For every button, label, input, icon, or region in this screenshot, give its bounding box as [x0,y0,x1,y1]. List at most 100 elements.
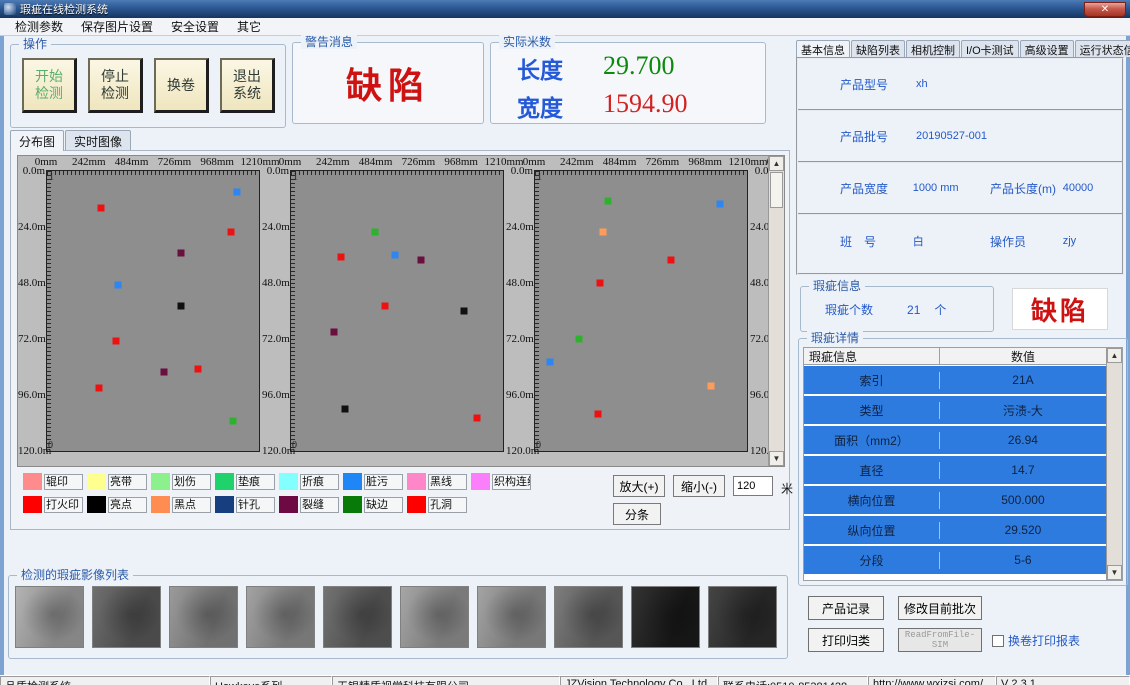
defect-point[interactable] [194,366,201,373]
menu-item[interactable]: 安全设置 [162,17,228,36]
table-row[interactable]: 类型污渍-大 [804,396,1106,424]
warning-group: 警告消息 缺陷 [292,42,484,124]
tab-运行状态信息[interactable]: 运行状态信息 [1075,40,1130,57]
defect-point[interactable] [668,256,675,263]
defect-point[interactable] [114,282,121,289]
print-classify-button[interactable]: 打印归类 [808,628,884,652]
product-record-button[interactable]: 产品记录 [808,596,884,620]
tab-缺陷列表[interactable]: 缺陷列表 [851,40,905,57]
x-axis-labels: 0mm242mm484mm726mm968mm1210mm [290,156,504,169]
table-row[interactable]: 分段5-6 [804,546,1106,574]
defect-thumbnail-9[interactable] [631,586,700,648]
scroll-down-icon[interactable]: ▼ [769,451,784,466]
defect-thumbnail-2[interactable] [92,586,161,648]
defect-point[interactable] [604,198,611,205]
scroll-down-icon[interactable]: ▼ [1107,565,1122,580]
defect-point[interactable] [95,385,102,392]
legend-swatch [343,496,362,513]
defect-point[interactable] [338,254,345,261]
menu-item[interactable]: 保存图片设置 [72,17,162,36]
zoom-out-button[interactable]: 缩小(-) [673,475,725,497]
y-axis-label: 24.0m [506,221,533,233]
menu-item[interactable]: 其它 [228,17,270,36]
change-roll-button[interactable]: 换卷 [154,58,209,113]
defect-info-title: 瑕疵信息 [809,279,865,293]
x-axis-label: 968mm [444,156,478,168]
y-axis-label: 72.0m [506,333,533,345]
x-axis-label: 242mm [72,156,106,168]
legend-swatch [23,473,42,490]
table-row[interactable]: 面积（mm2）26.94 [804,426,1106,454]
defect-point[interactable] [546,359,553,366]
defect-point[interactable] [371,228,378,235]
defect-point[interactable] [234,189,241,196]
defect-point[interactable] [717,200,724,207]
defect-point[interactable] [391,252,398,259]
info-value: 1000 mm [913,182,972,194]
defect-point[interactable] [596,280,603,287]
defect-point[interactable] [418,256,425,263]
defect-point[interactable] [177,303,184,310]
defect-thumbnail-10[interactable] [708,586,777,648]
plot-area: 0.0m24.0m48.0m72.0m96.0m120.0m10 [46,170,260,452]
read-from-file-button[interactable]: ReadFromFile-SIM [898,628,982,652]
close-button[interactable]: ✕ [1084,2,1126,17]
tab-I/O卡测试[interactable]: I/O卡测试 [961,40,1019,57]
defect-point[interactable] [160,368,167,375]
defect-thumbnail-3[interactable] [169,586,238,648]
range-input[interactable] [733,476,773,496]
legend-label: 亮点 [108,497,147,513]
tab-基本信息[interactable]: 基本信息 [796,40,850,57]
defect-thumbnail-7[interactable] [477,586,546,648]
scrollbar-track[interactable] [1107,363,1122,565]
defect-thumbnail-8[interactable] [554,586,623,648]
menu-item[interactable]: 检测参数 [6,17,72,36]
print-report-checkbox-wrap[interactable]: 换卷打印报表 [992,632,1080,649]
defect-point[interactable] [342,406,349,413]
defect-info-group: 瑕疵信息 瑕疵个数 21 个 [800,286,994,332]
legend-item-针孔: 针孔 [215,496,275,513]
scrollbar-track[interactable] [769,209,784,451]
table-row[interactable]: 横向位置500.000 [804,486,1106,514]
table-row[interactable]: 索引21A [804,366,1106,394]
start-detect-button[interactable]: 开始 检测 [22,58,77,113]
legend-item-缺边: 缺边 [343,496,403,513]
view-tab-实时图像[interactable]: 实时图像 [65,130,131,151]
print-report-checkbox[interactable] [992,635,1004,647]
table-row[interactable]: 纵向位置29.520 [804,516,1106,544]
defect-thumbnail-5[interactable] [323,586,392,648]
defect-point[interactable] [331,329,338,336]
defect-thumbnail-6[interactable] [400,586,469,648]
plot-corner-label: 0 [48,440,53,451]
zoom-in-button[interactable]: 放大(+) [613,475,665,497]
legend-label: 划伤 [172,474,211,490]
scroll-up-icon[interactable]: ▲ [1107,348,1122,363]
defect-point[interactable] [381,303,388,310]
defect-point[interactable] [460,308,467,315]
defect-point[interactable] [474,415,481,422]
defect-point[interactable] [594,410,601,417]
defect-point[interactable] [112,338,119,345]
defect-point[interactable] [599,228,606,235]
stop-detect-button[interactable]: 停止 检测 [88,58,143,113]
view-tab-分布图[interactable]: 分布图 [10,130,64,151]
modify-batch-button[interactable]: 修改目前批次 [898,596,982,620]
table-row[interactable]: 直径14.7 [804,456,1106,484]
exit-system-button[interactable]: 退出 系统 [220,58,275,113]
detail-table-scrollbar[interactable]: ▲ ▼ [1106,348,1122,580]
defect-point[interactable] [575,336,582,343]
defect-thumbnail-1[interactable] [15,586,84,648]
scroll-up-icon[interactable]: ▲ [769,156,784,171]
defect-point[interactable] [229,417,236,424]
legend-label: 垫痕 [236,474,275,490]
defect-point[interactable] [708,382,715,389]
scrollbar-thumb[interactable] [770,172,783,208]
defect-point[interactable] [177,249,184,256]
defect-point[interactable] [227,228,234,235]
tab-相机控制[interactable]: 相机控制 [906,40,960,57]
defect-thumbnail-4[interactable] [246,586,315,648]
plot-vertical-scrollbar[interactable]: ▲ ▼ [768,156,784,466]
defect-point[interactable] [97,205,104,212]
tab-高级设置[interactable]: 高级设置 [1020,40,1074,57]
slit-button[interactable]: 分条 [613,503,661,525]
